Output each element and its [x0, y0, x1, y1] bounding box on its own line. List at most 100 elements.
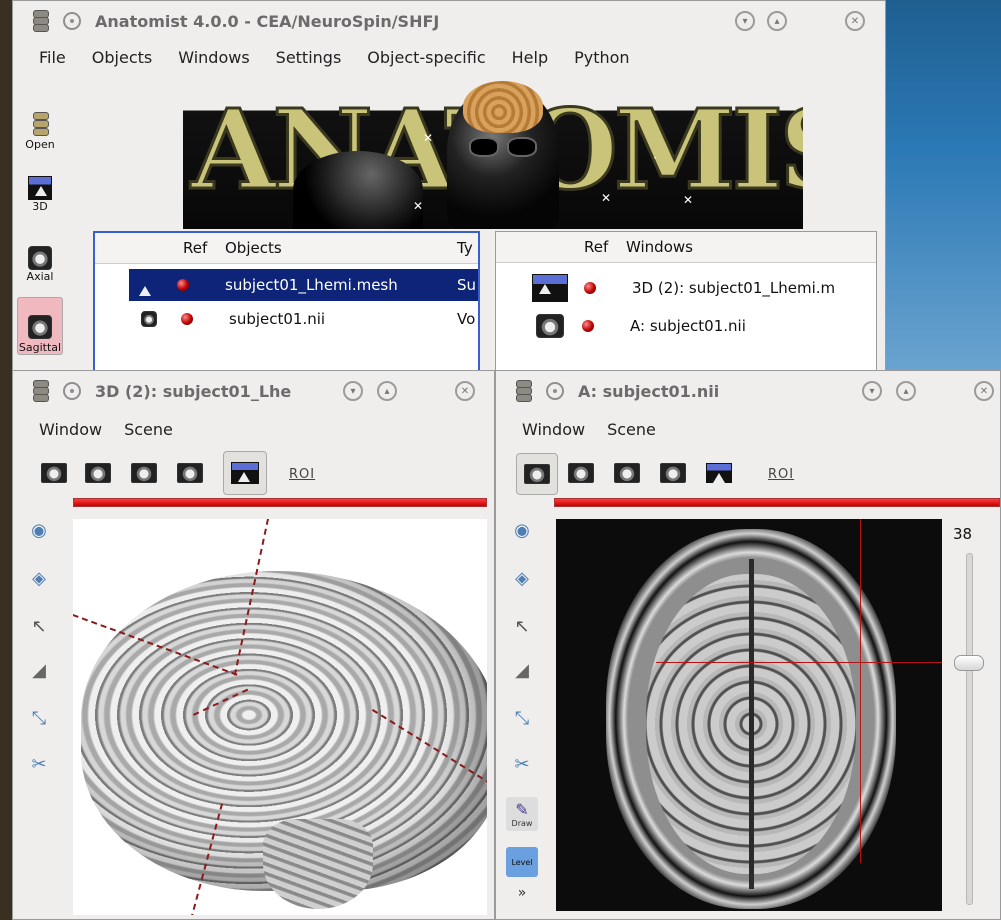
minimize-icon[interactable]: ▾ — [343, 381, 363, 401]
menu-file[interactable]: File — [39, 48, 66, 67]
rotate-control-icon[interactable]: ◉ — [506, 515, 538, 545]
menu-window[interactable]: Window — [39, 420, 102, 439]
logo-visor — [469, 137, 537, 157]
objects-col-name[interactable]: Objects — [225, 239, 282, 257]
3d-view-button[interactable] — [223, 451, 267, 495]
sagittal-label: Sagittal — [18, 341, 62, 354]
ref-color-icon — [181, 313, 193, 325]
windows-col-name[interactable]: Windows — [626, 238, 693, 256]
plane-icon[interactable]: ◢ — [506, 655, 538, 685]
ref-color-icon — [177, 279, 189, 291]
cut-icon[interactable]: ✂ — [23, 749, 55, 779]
menu-object-specific[interactable]: Object-specific — [367, 48, 485, 67]
objects-col-type[interactable]: Ty — [457, 239, 473, 257]
menu-python[interactable]: Python — [574, 48, 629, 67]
close-icon[interactable]: ✕ — [974, 381, 994, 401]
desktop-background-right — [884, 0, 1001, 370]
window-menu-icon[interactable] — [63, 382, 81, 400]
menu-help[interactable]: Help — [512, 48, 548, 67]
window-row[interactable]: 3D (2): subject01_Lhemi.m — [496, 272, 876, 304]
3d-window-icon — [532, 274, 568, 302]
oblique-view-button[interactable] — [658, 459, 688, 487]
axial-titlebar[interactable]: A: subject01.nii ▾ ▴ ✕ — [496, 371, 1000, 411]
cut-icon[interactable]: ✂ — [506, 749, 538, 779]
objects-col-ref[interactable]: Ref — [183, 239, 207, 257]
menu-scene[interactable]: Scene — [124, 420, 173, 439]
object-row[interactable]: subject01.nii Vo — [129, 303, 478, 335]
windows-panel: Ref Windows 3D (2): subject01_Lhemi.m A:… — [495, 231, 877, 371]
3d-titlebar[interactable]: 3D (2): subject01_Lhe ▾ ▴ ✕ — [13, 371, 494, 411]
3d-window: 3D (2): subject01_Lhe ▾ ▴ ✕ Window Scene… — [12, 370, 495, 920]
coronal-view-button[interactable] — [566, 459, 596, 487]
axial-window-icon — [536, 314, 564, 338]
3d-window-title: 3D (2): subject01_Lhe — [95, 381, 292, 401]
oblique-icon — [177, 463, 203, 483]
zoom-control-icon[interactable]: ◈ — [506, 563, 538, 593]
object-row[interactable]: subject01_Lhemi.mesh Su — [129, 269, 478, 301]
logo-figure-jacket — [293, 151, 423, 229]
menu-scene[interactable]: Scene — [607, 420, 656, 439]
axial-slice-view[interactable] — [556, 519, 942, 911]
pointer-icon[interactable]: ↖ — [506, 611, 538, 641]
axial-window-title: A: subject01.nii — [578, 381, 720, 401]
reference-color-bar — [73, 498, 487, 507]
more-tools-icon[interactable]: » — [506, 883, 538, 903]
axial-view-button[interactable] — [39, 459, 69, 487]
main-titlebar[interactable]: Anatomist 4.0.0 - CEA/NeuroSpin/SHFJ ▾ ▴… — [13, 1, 885, 41]
3d-view-button[interactable] — [704, 459, 734, 487]
axial-icon — [41, 463, 67, 483]
roi-button[interactable]: ROI — [289, 467, 315, 482]
ref-color-icon — [582, 320, 594, 332]
logo-brain — [463, 81, 543, 133]
close-icon[interactable]: ✕ — [845, 11, 865, 31]
window-menu-icon[interactable] — [63, 12, 81, 30]
maximize-icon[interactable]: ▴ — [767, 11, 787, 31]
open-axial-button[interactable]: Axial — [22, 235, 58, 283]
object-type: Vo — [457, 310, 476, 328]
app-icon[interactable] — [31, 380, 49, 402]
maximize-icon[interactable]: ▴ — [896, 381, 916, 401]
menu-objects[interactable]: Objects — [92, 48, 152, 67]
transform-icon[interactable]: ⤡ — [23, 703, 55, 733]
object-name: subject01.nii — [229, 310, 326, 328]
brain-mesh-lower — [263, 819, 373, 909]
zoom-control-icon[interactable]: ◈ — [23, 563, 55, 593]
plane-icon[interactable]: ◢ — [23, 655, 55, 685]
axial-view-button[interactable] — [516, 453, 558, 495]
window-row[interactable]: A: subject01.nii — [496, 310, 876, 342]
open-sagittal-button[interactable]: Sagittal — [17, 297, 63, 355]
open-button[interactable]: Open — [22, 103, 58, 151]
volume-icon — [141, 311, 157, 327]
sagittal-view-button[interactable] — [129, 459, 159, 487]
transform-icon[interactable]: ⤡ — [506, 703, 538, 733]
ref-color-icon — [584, 282, 596, 294]
3d-menubar: Window Scene — [13, 415, 494, 443]
coronal-view-button[interactable] — [83, 459, 113, 487]
window-menu-icon[interactable] — [546, 382, 564, 400]
roi-button[interactable]: ROI — [768, 467, 794, 482]
3d-render-view[interactable] — [73, 519, 487, 915]
slice-slider[interactable] — [954, 553, 984, 905]
pointer-icon[interactable]: ↖ — [23, 611, 55, 641]
sagittal-view-button[interactable] — [612, 459, 642, 487]
maximize-icon[interactable]: ▴ — [377, 381, 397, 401]
draw-tool-button[interactable]: ✎ Draw — [506, 797, 538, 831]
slider-handle[interactable] — [954, 655, 984, 671]
minimize-icon[interactable]: ▾ — [862, 381, 882, 401]
slider-track — [966, 553, 973, 905]
close-icon[interactable]: ✕ — [455, 381, 475, 401]
windows-col-ref[interactable]: Ref — [584, 238, 608, 256]
app-icon[interactable] — [514, 380, 532, 402]
minimize-icon[interactable]: ▾ — [735, 11, 755, 31]
level-tool-button[interactable]: Level — [506, 847, 538, 877]
cursor-horizontal-line — [656, 662, 942, 663]
menu-settings[interactable]: Settings — [276, 48, 342, 67]
menu-windows[interactable]: Windows — [178, 48, 249, 67]
coronal-icon — [85, 463, 111, 483]
menu-window[interactable]: Window — [522, 420, 585, 439]
open-3d-button[interactable]: 3D — [22, 169, 58, 213]
anatomist-logo-banner: ANATOMIST ✕ ✕ ✕ ✕ · — [183, 81, 803, 229]
app-icon[interactable] — [31, 10, 49, 32]
oblique-view-button[interactable] — [175, 459, 205, 487]
rotate-control-icon[interactable]: ◉ — [23, 515, 55, 545]
